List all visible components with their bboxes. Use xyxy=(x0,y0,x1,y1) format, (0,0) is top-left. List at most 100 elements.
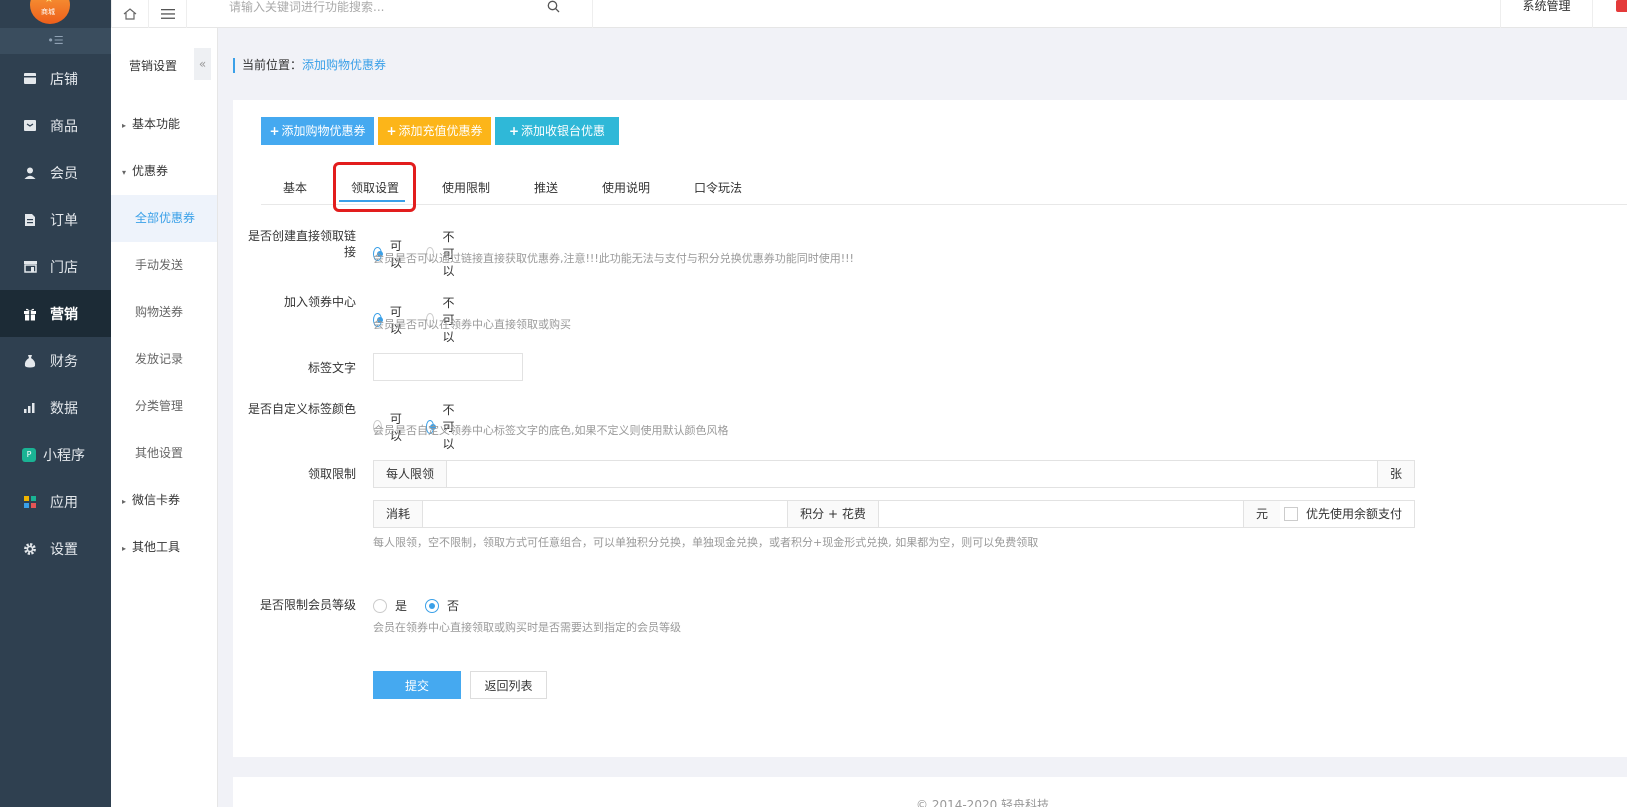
nav-item-goods[interactable]: 商品 xyxy=(0,102,111,149)
nav-item-apps[interactable]: 应用 xyxy=(0,478,111,525)
caret-right-icon: ▸ xyxy=(122,497,127,506)
notification-button[interactable] xyxy=(1592,0,1627,28)
claim-limit-hint: 每人限领，空不限制，领取方式可任意组合，可以单独积分兑换，单独现金兑换，或者积分… xyxy=(373,536,1039,549)
add-shopping-coupon-button[interactable]: + 添加购物优惠券 xyxy=(261,117,374,145)
subnav-group-coupon[interactable]: ▾ 优惠券 xyxy=(111,148,217,195)
member-level-no-radio[interactable] xyxy=(425,598,440,613)
custom-tag-color-label: 是否自定义标签颜色 xyxy=(247,402,356,416)
subnav-item-shopping-gift[interactable]: 购物送券 xyxy=(111,289,217,336)
main-card: + 添加购物优惠券 + 添加充值优惠券 + 添加收银台优惠券 基本 领取设置 使用限制… xyxy=(233,100,1627,757)
submit-button[interactable]: 提交 xyxy=(373,671,461,699)
document-icon xyxy=(22,212,38,228)
home-icon xyxy=(123,8,137,20)
apps-icon xyxy=(22,494,38,510)
tab-basic[interactable]: 基本 xyxy=(283,179,307,196)
gear-icon xyxy=(22,541,38,557)
plus-icon: + xyxy=(386,124,397,138)
main-sidebar: ★ 商城 •☰ 店铺 商品 会员 订单 门店 营销 xyxy=(0,0,111,807)
box-icon xyxy=(22,118,38,134)
shop-icon xyxy=(22,259,38,275)
direct-link-label: 是否创建直接领取链接 xyxy=(247,229,356,259)
nav-item-shop[interactable]: 门店 xyxy=(0,243,111,290)
search-divider xyxy=(592,0,593,28)
active-tab-underline xyxy=(339,200,405,202)
per-person-unit: 张 xyxy=(1377,461,1414,487)
subnav-item-manual-send[interactable]: 手动发送 xyxy=(111,242,217,289)
nav-item-miniprogram[interactable]: P 小程序 xyxy=(0,431,111,478)
top-bar: 系统管理 xyxy=(111,0,1627,28)
coupon-tabs: 基本 领取设置 使用限制 推送 使用说明 口令玩法 xyxy=(261,159,1627,212)
double-chevron-left-icon: « xyxy=(198,57,207,71)
notification-badge xyxy=(1616,0,1627,12)
nav-item-marketing[interactable]: 营销 xyxy=(0,290,111,337)
user-icon xyxy=(22,165,38,181)
subnav-item-all-coupons[interactable]: 全部优惠券 xyxy=(111,195,217,242)
function-search xyxy=(229,0,574,28)
member-level-radio-group: 是 否 xyxy=(373,597,481,614)
home-button[interactable] xyxy=(111,0,149,28)
points-plus-cost-addon: 积分 + 花费 xyxy=(788,501,878,527)
custom-tag-color-hint: 会员是否自定义领券中心标签文字的底色,如果不定义则使用默认颜色风格 xyxy=(373,424,729,437)
consume-cost-group: 消耗 积分 + 花费 元 优先使用余额支付 xyxy=(373,500,1415,528)
nav-item-finance[interactable]: 财务 xyxy=(0,337,111,384)
subnav-item-send-records[interactable]: 发放记录 xyxy=(111,336,217,383)
add-recharge-coupon-button[interactable]: + 添加充值优惠券 xyxy=(378,117,491,145)
gift-icon xyxy=(22,306,38,322)
consume-points-input[interactable] xyxy=(422,501,789,527)
subnav-item-category[interactable]: 分类管理 xyxy=(111,383,217,430)
plus-icon: + xyxy=(508,124,520,138)
tab-usage-limits[interactable]: 使用限制 xyxy=(442,179,490,196)
miniprogram-icon: P xyxy=(22,447,36,462)
footer: © 2014-2020 轻舟科技 xyxy=(233,777,1627,807)
per-person-limit-input[interactable] xyxy=(446,461,1378,487)
per-person-addon: 每人限领 xyxy=(374,461,447,487)
nav-item-settings[interactable]: 设置 xyxy=(0,525,111,572)
tab-push[interactable]: 推送 xyxy=(534,179,558,196)
plus-icon: + xyxy=(269,124,280,138)
subnav-group-other-tools[interactable]: ▸ 其他工具 xyxy=(111,524,217,571)
back-to-list-button[interactable]: 返回列表 xyxy=(470,671,547,699)
nav-item-order[interactable]: 订单 xyxy=(0,196,111,243)
add-cashier-coupon-button[interactable]: + 添加收银台优惠券 xyxy=(495,117,619,166)
nav-item-member[interactable]: 会员 xyxy=(0,149,111,196)
hamburger-icon xyxy=(160,9,175,19)
nav-item-store[interactable]: 店铺 xyxy=(0,55,111,102)
search-icon[interactable] xyxy=(547,0,560,16)
subnav-collapse-button[interactable]: « xyxy=(194,48,211,80)
direct-link-hint: 会员是否可以通过链接直接获取优惠券,注意!!!此功能无法与支付与积分兑换优惠券功… xyxy=(373,252,854,265)
money-bag-icon xyxy=(22,353,38,369)
main-nav: 店铺 商品 会员 订单 门店 营销 财务 数据 P 小程序 应用 设置 xyxy=(0,55,111,572)
breadcrumb: 当前位置：添加购物优惠券 xyxy=(233,58,386,73)
coupon-center-hint: 会员是否可以在领券中心直接领取或购买 xyxy=(373,318,571,331)
breadcrumb-current-link[interactable]: 添加购物优惠券 xyxy=(302,58,386,72)
nav-item-data[interactable]: 数据 xyxy=(0,384,111,431)
app-logo[interactable]: ★ 商城 xyxy=(30,0,70,24)
search-input[interactable] xyxy=(229,0,549,15)
consume-addon: 消耗 xyxy=(374,501,423,527)
store-icon xyxy=(22,71,38,87)
tab-usage-instructions[interactable]: 使用说明 xyxy=(602,179,650,196)
marketing-subnav: 营销设置 « ▸ 基本功能 ▾ 优惠券 全部优惠券 手动发送 购物送券 发放记录 分… xyxy=(111,0,218,807)
coupon-center-label: 加入领券中心 xyxy=(283,295,356,309)
use-balance-option[interactable]: 优先使用余额支付 xyxy=(1280,501,1415,527)
subnav-item-other-settings[interactable]: 其他设置 xyxy=(111,430,217,477)
tab-claim-settings[interactable]: 领取设置 xyxy=(351,179,399,196)
caret-right-icon: ▸ xyxy=(122,544,127,553)
caret-down-icon: ▾ xyxy=(122,168,127,177)
claim-limit-label: 领取限制 xyxy=(307,467,356,481)
caret-right-icon: ▸ xyxy=(122,121,127,130)
tag-text-input[interactable] xyxy=(373,353,523,381)
menu-toggle-button[interactable] xyxy=(149,0,187,28)
subnav-group-wechat-card[interactable]: ▸ 微信卡券 xyxy=(111,477,217,524)
chart-icon xyxy=(22,400,38,416)
subnav-title: 营销设置 xyxy=(129,59,178,73)
system-management-button[interactable]: 系统管理 xyxy=(1500,0,1592,28)
subnav-group-basic[interactable]: ▸ 基本功能 xyxy=(111,101,217,148)
use-balance-checkbox[interactable] xyxy=(1284,506,1298,521)
yuan-addon: 元 xyxy=(1243,501,1280,527)
member-level-yes-radio[interactable] xyxy=(373,598,387,613)
copyright-text: © 2014-2020 轻舟科技 xyxy=(916,798,1050,807)
tab-passphrase[interactable]: 口令玩法 xyxy=(694,179,742,196)
sidebar-collapse-toggle[interactable]: •☰ xyxy=(0,28,111,54)
cost-money-input[interactable] xyxy=(877,501,1244,527)
